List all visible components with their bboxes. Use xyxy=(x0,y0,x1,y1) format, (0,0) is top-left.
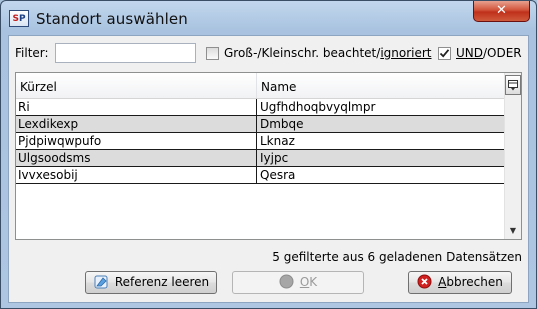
cell-name[interactable]: Lknaz xyxy=(257,133,504,149)
cell-kuerzel[interactable]: Lexdikexp xyxy=(16,116,257,132)
clear-reference-button[interactable]: Referenz leeren xyxy=(85,271,217,294)
cell-kuerzel[interactable]: Pjdpiwqwpufo xyxy=(16,133,257,149)
status-text: 5 gefilterte aus 6 geladenen Datensätzen xyxy=(272,250,522,264)
column-header-name[interactable]: Name xyxy=(257,73,504,98)
cell-name[interactable]: Qesra xyxy=(257,167,504,183)
ok-icon xyxy=(279,274,294,289)
table-row[interactable]: Ri Ugfhdhoqbvyqlmpr xyxy=(16,99,504,116)
cell-kuerzel[interactable]: Ivvxesobij xyxy=(16,167,257,183)
ok-button[interactable]: OK xyxy=(232,271,364,294)
cell-name[interactable]: Dmbqe xyxy=(257,116,504,132)
table-row[interactable]: Lexdikexp Dmbqe xyxy=(16,116,504,133)
table-row[interactable]: Ulgsoodsms Iyjpc xyxy=(16,150,504,167)
filter-label: Filter: xyxy=(15,46,49,60)
table-row[interactable]: Pjdpiwqwpufo Lknaz xyxy=(16,133,504,150)
title-bar[interactable]: SP Standort auswählen ✕ xyxy=(1,1,536,35)
grid-rows: Ri Ugfhdhoqbvyqlmpr Lexdikexp Dmbqe Pjdp… xyxy=(16,99,504,184)
vertical-scrollbar[interactable]: ▼ xyxy=(504,73,521,239)
checkmark-icon xyxy=(439,49,450,58)
column-header-kuerzel[interactable]: Kürzel xyxy=(16,73,257,98)
case-sensitivity-label[interactable]: Groß-/Kleinschr. beachtet/ignoriert xyxy=(224,46,432,60)
cancel-button[interactable]: Abbrechen xyxy=(408,271,512,294)
clear-reference-icon xyxy=(94,275,108,288)
cancel-icon xyxy=(417,274,432,289)
table-row[interactable]: Ivvxesobij Qesra xyxy=(16,167,504,184)
cell-name[interactable]: Iyjpc xyxy=(257,150,504,166)
close-button[interactable]: ✕ xyxy=(473,1,530,22)
filter-input[interactable] xyxy=(55,43,196,63)
cell-kuerzel[interactable]: Ulgsoodsms xyxy=(16,150,257,166)
cell-kuerzel[interactable]: Ri xyxy=(16,99,257,115)
cell-name[interactable]: Ugfhdhoqbvyqlmpr xyxy=(257,99,504,115)
scroll-down-icon[interactable]: ▼ xyxy=(508,227,518,235)
dialog-window: SP Standort auswählen ✕ Filter: Groß-/Kl… xyxy=(0,0,537,309)
column-chooser-icon xyxy=(508,80,518,91)
column-chooser-button[interactable] xyxy=(505,75,521,95)
results-grid: Kürzel Name Ri Ugfhdhoqbvyqlmpr Lexdikex… xyxy=(15,72,522,240)
app-icon[interactable]: SP xyxy=(9,10,29,27)
grid-header: Kürzel Name xyxy=(16,73,504,99)
and-or-label[interactable]: UND/ODER xyxy=(456,46,522,60)
dialog-body: Filter: Groß-/Kleinschr. beachtet/ignori… xyxy=(8,35,529,303)
close-icon: ✕ xyxy=(496,3,507,18)
window-title: Standort auswählen xyxy=(36,10,188,28)
case-sensitivity-checkbox[interactable] xyxy=(206,47,219,60)
and-or-checkbox[interactable] xyxy=(438,47,451,60)
